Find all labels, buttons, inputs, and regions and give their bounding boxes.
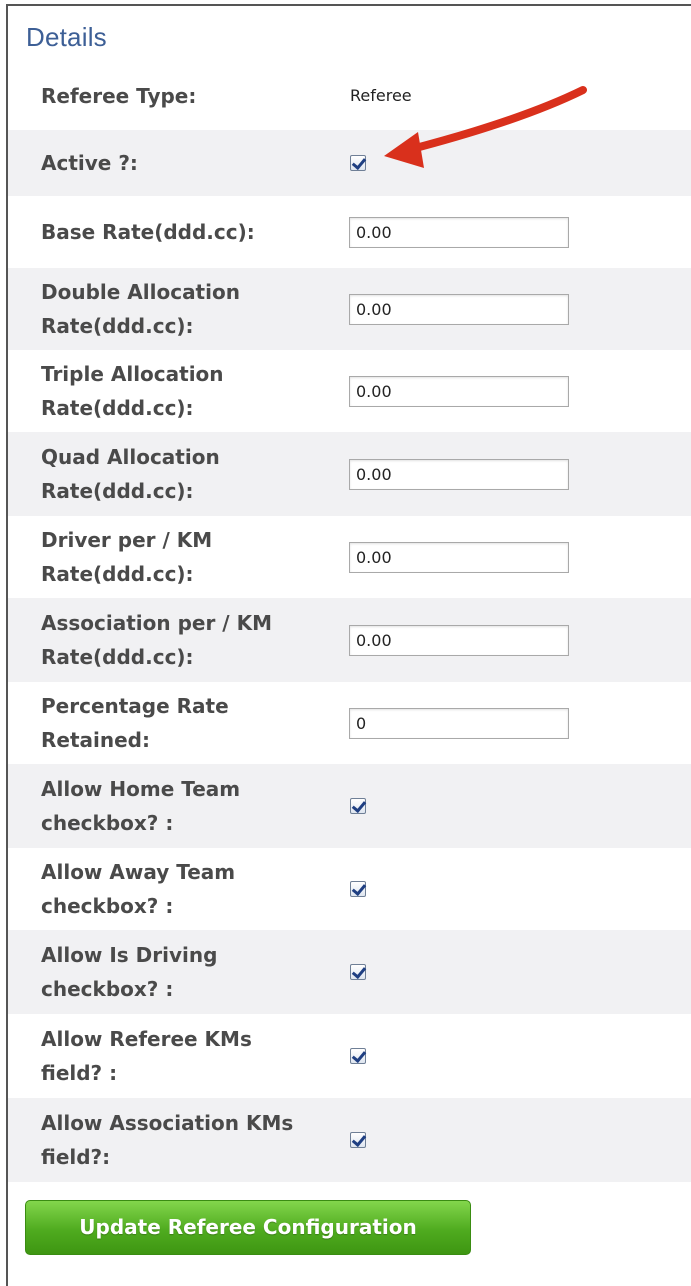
update-referee-configuration-button[interactable]: Update Referee Configuration — [25, 1200, 471, 1255]
field-label: Active ?: — [41, 151, 138, 175]
base-rate-input[interactable] — [349, 216, 569, 248]
row-referee-type: Referee Type: Referee — [8, 62, 691, 130]
row-association-per-km: Association per / KM Rate(ddd.cc): — [8, 598, 691, 682]
allow-away-team-checkbox[interactable] — [350, 880, 366, 897]
details-form: Referee Type: Referee Active ?: Base Rat… — [8, 62, 691, 1182]
field-label: Quad Allocation Rate(ddd.cc): — [41, 445, 220, 503]
row-allow-association-kms: Allow Association KMs field?: — [8, 1098, 691, 1182]
field-label: Allow Home Team checkbox? : — [41, 777, 241, 835]
row-triple-allocation: Triple Allocation Rate(ddd.cc): — [8, 350, 691, 432]
row-quad-allocation: Quad Allocation Rate(ddd.cc): — [8, 432, 691, 516]
row-active: Active ?: — [8, 130, 691, 196]
field-label: Percentage Rate Retained: — [41, 694, 229, 752]
association-per-km-rate-input[interactable] — [349, 624, 569, 656]
field-label: Triple Allocation Rate(ddd.cc): — [41, 362, 224, 420]
field-label: Allow Is Driving checkbox? : — [41, 943, 218, 1001]
referee-type-value: Referee — [350, 86, 412, 105]
row-allow-referee-kms: Allow Referee KMs field? : — [8, 1014, 691, 1098]
field-label: Referee Type: — [41, 84, 197, 108]
double-allocation-rate-input[interactable] — [349, 293, 569, 325]
allow-association-kms-checkbox[interactable] — [350, 1131, 366, 1148]
field-label: Allow Association KMs field?: — [41, 1111, 294, 1169]
field-label: Base Rate(ddd.cc): — [41, 220, 255, 244]
row-allow-is-driving: Allow Is Driving checkbox? : — [8, 930, 691, 1014]
allow-is-driving-checkbox[interactable] — [350, 963, 366, 980]
section-title: Details — [26, 22, 107, 52]
row-base-rate: Base Rate(ddd.cc): — [8, 196, 691, 268]
quad-allocation-rate-input[interactable] — [349, 458, 569, 490]
field-label: Association per / KM Rate(ddd.cc): — [41, 611, 272, 669]
percentage-rate-retained-input[interactable] — [349, 707, 569, 739]
field-label: Double Allocation Rate(ddd.cc): — [41, 280, 240, 338]
active-checkbox[interactable] — [350, 154, 366, 171]
driver-per-km-rate-input[interactable] — [349, 541, 569, 573]
field-label: Allow Away Team checkbox? : — [41, 860, 236, 918]
allow-referee-kms-checkbox[interactable] — [350, 1047, 366, 1064]
row-percentage-rate-retained: Percentage Rate Retained: — [8, 682, 691, 764]
row-allow-away-team: Allow Away Team checkbox? : — [8, 848, 691, 930]
row-allow-home-team: Allow Home Team checkbox? : — [8, 764, 691, 848]
field-label: Driver per / KM Rate(ddd.cc): — [41, 528, 213, 586]
triple-allocation-rate-input[interactable] — [349, 375, 569, 407]
row-double-allocation: Double Allocation Rate(ddd.cc): — [8, 268, 691, 350]
allow-home-team-checkbox[interactable] — [350, 797, 366, 814]
field-label: Allow Referee KMs field? : — [41, 1027, 252, 1085]
row-driver-per-km: Driver per / KM Rate(ddd.cc): — [8, 516, 691, 598]
